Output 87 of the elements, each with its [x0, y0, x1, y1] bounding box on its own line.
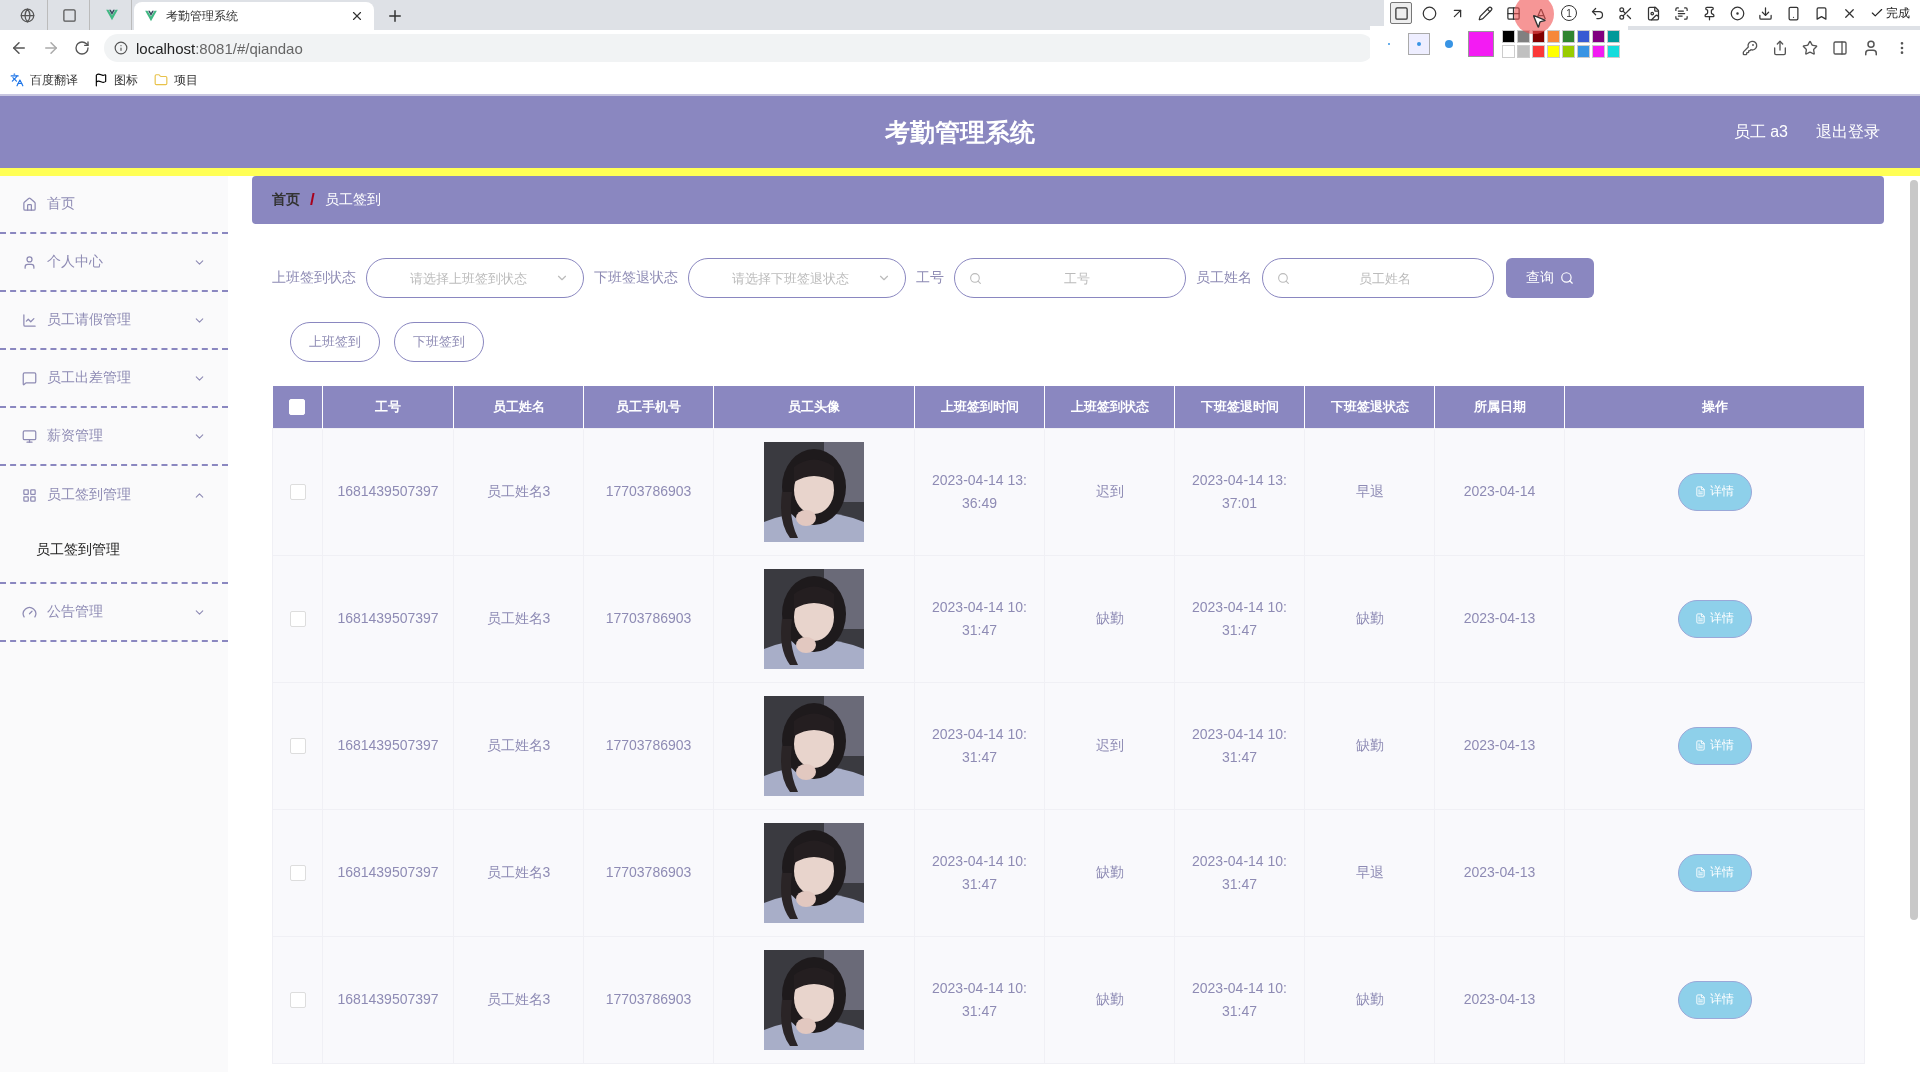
- done-button[interactable]: 完成: [1866, 4, 1914, 22]
- user-name: 员工 a3: [1733, 121, 1788, 142]
- column-header: 操作: [1564, 386, 1865, 428]
- tab-title: 考勤管理系统: [166, 7, 239, 25]
- table-cell: 2023-04-13: [1434, 555, 1565, 682]
- app-title: 考勤管理系统: [885, 116, 1035, 148]
- breadcrumb-separator: /: [310, 190, 315, 210]
- menu-item[interactable]: 薪资管理: [0, 408, 228, 466]
- table-cell: 员工姓名3: [453, 555, 584, 682]
- table-cell: 1681439507397: [322, 555, 454, 682]
- table-cell: 2023-04-14 10:31:47: [914, 682, 1045, 809]
- action-button[interactable]: 下班签到: [394, 322, 484, 362]
- query-button[interactable]: 查询: [1506, 258, 1594, 298]
- table-cell: 17703786903: [583, 809, 714, 936]
- column-header: 员工头像: [713, 386, 915, 428]
- filter-label: 员工姓名: [1196, 269, 1252, 287]
- bookmark-link[interactable]: 项目: [154, 71, 198, 89]
- table-cell: 17703786903: [583, 428, 714, 555]
- url-text: localhost:8081/#/qiandao: [136, 39, 303, 57]
- table-cell: 缺勤: [1044, 809, 1175, 936]
- breadcrumb-link[interactable]: 员工签到: [324, 191, 381, 209]
- table-cell: 2023-04-14: [1434, 428, 1565, 555]
- browser-tab[interactable]: 考勤管理系统: [134, 2, 374, 30]
- table-cell: 缺勤: [1044, 936, 1175, 1063]
- column-header: 下班签退时间: [1174, 386, 1305, 428]
- table-cell: 1681439507397: [322, 809, 454, 936]
- column-header: 员工手机号: [583, 386, 714, 428]
- table-cell: 17703786903: [583, 555, 714, 682]
- table-cell: 员工姓名3: [453, 682, 584, 809]
- table-cell: 2023-04-14 10:31:47: [1174, 555, 1305, 682]
- table-cell: 2023-04-14 10:31:47: [914, 936, 1045, 1063]
- table-cell: 2023-04-13: [1434, 809, 1565, 936]
- table-cell: 迟到: [1044, 428, 1175, 555]
- column-header: 上班签到状态: [1044, 386, 1175, 428]
- table-cell: 1681439507397: [322, 682, 454, 809]
- table-cell: 1681439507397: [322, 936, 454, 1063]
- detail-button[interactable]: 详情: [1677, 726, 1752, 765]
- detail-button[interactable]: 详情: [1677, 980, 1752, 1019]
- table-cell: 早退: [1304, 809, 1435, 936]
- select-input[interactable]: 请选择上班签到状态: [381, 269, 555, 287]
- filter-label: 工号: [916, 269, 944, 287]
- menu-item[interactable]: 员工签到管理: [0, 466, 228, 524]
- table-cell: 员工姓名3: [453, 809, 584, 936]
- column-header: 员工姓名: [453, 386, 584, 428]
- table-cell: 2023-04-14 10:31:47: [914, 555, 1045, 682]
- table-cell: 17703786903: [583, 936, 714, 1063]
- table-cell: 缺勤: [1304, 682, 1435, 809]
- select-input[interactable]: 请选择下班签退状态: [703, 269, 877, 287]
- table-cell: 迟到: [1044, 682, 1175, 809]
- table-cell: 员工姓名3: [453, 936, 584, 1063]
- table-cell: 2023-04-13: [1434, 682, 1565, 809]
- table-cell: 2023-04-14 10:31:47: [1174, 809, 1305, 936]
- table-cell: 员工姓名3: [453, 428, 584, 555]
- detail-button[interactable]: 详情: [1677, 853, 1752, 892]
- table-cell: 2023-04-14 13:37:01: [1174, 428, 1305, 555]
- submenu-item[interactable]: 员工签到管理: [0, 530, 228, 570]
- action-button[interactable]: 上班签到: [290, 322, 380, 362]
- table-cell: 缺勤: [1304, 555, 1435, 682]
- menu-item[interactable]: 公告管理: [0, 584, 228, 642]
- column-header: 所属日期: [1434, 386, 1565, 428]
- menu-item[interactable]: 员工请假管理: [0, 292, 228, 350]
- table-cell: 缺勤: [1044, 555, 1175, 682]
- table-cell: 1681439507397: [322, 428, 454, 555]
- search-input[interactable]: 员工姓名: [1290, 269, 1479, 287]
- search-input[interactable]: 工号: [982, 269, 1171, 287]
- breadcrumb-link[interactable]: 首页: [272, 191, 300, 209]
- table-cell: 17703786903: [583, 682, 714, 809]
- table-cell: 2023-04-13: [1434, 936, 1565, 1063]
- filter-label: 上班签到状态: [272, 269, 356, 287]
- table-cell: 2023-04-14 10:31:47: [1174, 682, 1305, 809]
- detail-button[interactable]: 详情: [1677, 472, 1752, 511]
- table-cell: 缺勤: [1304, 936, 1435, 1063]
- bookmark-link[interactable]: 百度翻译: [10, 71, 78, 89]
- menu-item[interactable]: 首页: [0, 176, 228, 234]
- table-cell: 2023-04-14 10:31:47: [914, 809, 1045, 936]
- table-cell: 2023-04-14 10:31:47: [1174, 936, 1305, 1063]
- detail-button[interactable]: 详情: [1677, 599, 1752, 638]
- column-header: 上班签到时间: [914, 386, 1045, 428]
- column-header: 工号: [322, 386, 454, 428]
- table-cell: 早退: [1304, 428, 1435, 555]
- table-cell: 2023-04-14 13:36:49: [914, 428, 1045, 555]
- menu-item[interactable]: 个人中心: [0, 234, 228, 292]
- filter-label: 下班签退状态: [594, 269, 678, 287]
- menu-item[interactable]: 员工出差管理: [0, 350, 228, 408]
- column-header: 下班签退状态: [1304, 386, 1435, 428]
- logout-link[interactable]: 退出登录: [1816, 121, 1880, 143]
- bookmark-link[interactable]: 图标: [94, 71, 138, 89]
